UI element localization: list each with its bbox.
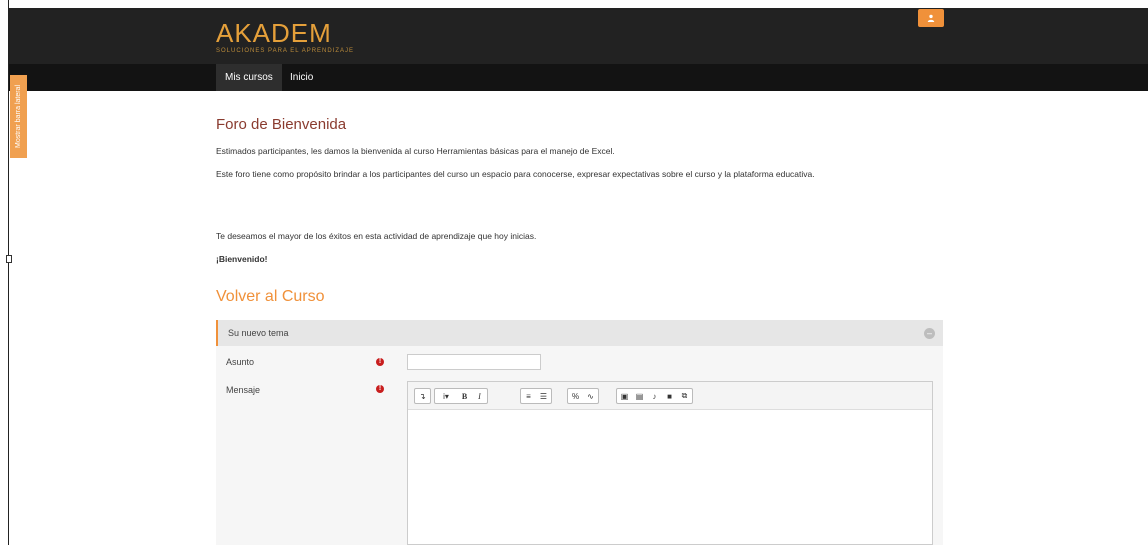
media-icon[interactable]: ▤ bbox=[632, 389, 647, 403]
unlink-icon[interactable]: ∿ bbox=[583, 389, 598, 403]
manage-files-icon[interactable]: ⧉ bbox=[677, 389, 692, 403]
main-navbar: Mis cursos Inicio bbox=[9, 64, 1148, 91]
image-icon[interactable]: ▣ bbox=[617, 389, 632, 403]
toolbar-group-format: i▾ B I bbox=[434, 388, 488, 404]
italic-icon[interactable]: I bbox=[472, 389, 487, 403]
nav-inicio[interactable]: Inicio bbox=[281, 64, 322, 91]
subject-label: Asunto bbox=[226, 357, 255, 367]
bold-icon[interactable]: B bbox=[457, 389, 472, 403]
show-sidebar-label: Mostrar barra lateral bbox=[15, 84, 22, 149]
paragraph-style-icon[interactable]: i▾ bbox=[435, 389, 457, 403]
user-icon bbox=[927, 9, 935, 27]
welcome-text: ¡Bienvenido! bbox=[216, 254, 268, 264]
intro-paragraph: Estimados participantes, les damos la bi… bbox=[216, 146, 615, 156]
toggle-toolbar-icon[interactable]: ↴ bbox=[415, 389, 430, 403]
forum-title: Foro de Bienvenida bbox=[216, 116, 347, 133]
toolbar-group-lists: ≡ ☰ bbox=[520, 388, 552, 404]
site-logo[interactable]: AKADEM SOLUCIONES PARA EL APRENDIZAJE bbox=[216, 20, 354, 54]
welcome-closing: ¡Bienvenido! bbox=[216, 254, 267, 264]
user-menu-button[interactable] bbox=[918, 9, 944, 27]
left-window-border bbox=[0, 0, 9, 545]
resize-handle[interactable] bbox=[6, 255, 12, 263]
site-header bbox=[9, 8, 1148, 64]
message-label: Mensaje bbox=[226, 385, 261, 395]
required-icon: ! bbox=[376, 358, 384, 366]
subject-input[interactable] bbox=[407, 354, 541, 370]
toolbar-group-links: % ∿ bbox=[567, 388, 599, 404]
message-editor[interactable]: ↴ i▾ B I ≡ ☰ % ∿ ▣ ▤ ♪ ■ ⧉ bbox=[407, 381, 933, 545]
toolbar-group-media: ▣ ▤ ♪ ■ ⧉ bbox=[616, 388, 693, 404]
toolbar-group-toggle: ↴ bbox=[414, 388, 431, 404]
link-icon[interactable]: % bbox=[568, 389, 583, 403]
nav-mis-cursos[interactable]: Mis cursos bbox=[216, 64, 282, 91]
wishes-paragraph: Te deseamos el mayor de los éxitos en es… bbox=[216, 231, 537, 241]
new-topic-header[interactable]: Su nuevo tema – bbox=[216, 320, 943, 346]
record-video-icon[interactable]: ■ bbox=[662, 389, 677, 403]
editor-toolbar: ↴ i▾ B I ≡ ☰ % ∿ ▣ ▤ ♪ ■ ⧉ bbox=[408, 382, 932, 410]
logo-wordmark: AKADEM bbox=[216, 18, 332, 48]
logo-tagline: SOLUCIONES PARA EL APRENDIZAJE bbox=[216, 48, 355, 54]
back-to-course-link[interactable]: Volver al Curso bbox=[216, 288, 325, 306]
unordered-list-icon[interactable]: ≡ bbox=[521, 389, 536, 403]
required-icon: ! bbox=[376, 385, 384, 393]
show-sidebar-button[interactable]: Mostrar barra lateral bbox=[10, 75, 27, 158]
purpose-paragraph: Este foro tiene como propósito brindar a… bbox=[216, 169, 815, 179]
collapse-icon[interactable]: – bbox=[924, 328, 935, 339]
ordered-list-icon[interactable]: ☰ bbox=[536, 389, 551, 403]
record-audio-icon[interactable]: ♪ bbox=[647, 389, 662, 403]
new-topic-title: Su nuevo tema bbox=[228, 328, 289, 338]
